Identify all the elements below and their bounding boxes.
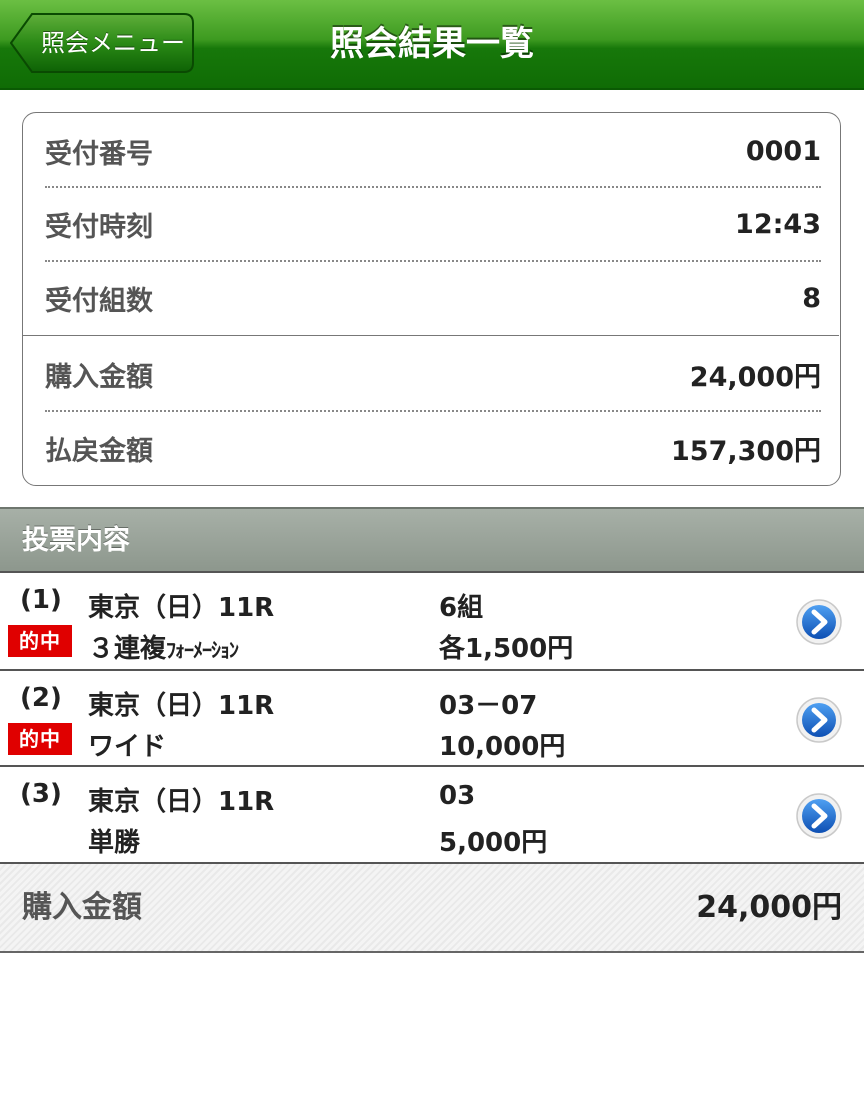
bet-type: 単勝	[88, 828, 141, 858]
bet-venue: 東京（日）11R	[88, 691, 275, 721]
payout-amount-row: 払戻金額 157,300円	[45, 428, 821, 468]
summary-card: 受付番号 0001 受付時刻 12:43 受付組数 8 購入金額 24,000円…	[22, 112, 841, 486]
bet-amount: 5,000円	[439, 828, 548, 858]
divider	[45, 410, 821, 412]
bet-type: ワイド	[88, 732, 167, 762]
receipt-count-label: 受付組数	[45, 285, 153, 317]
hit-badge: 的中	[8, 723, 72, 755]
bet-amount: 各1,500円	[439, 634, 574, 664]
divider	[45, 260, 821, 262]
payout-amount-value: 157,300円	[671, 435, 821, 467]
purchase-amount-label: 購入金額	[45, 361, 153, 393]
receipt-number-value: 0001	[745, 135, 821, 167]
bet-row-3[interactable]: (3) 東京（日）11R 単勝 03 5,000円	[0, 767, 864, 864]
receipt-time-label: 受付時刻	[45, 211, 153, 243]
purchase-amount-row: 購入金額 24,000円	[45, 354, 821, 394]
bet-type-main: ３連複	[88, 634, 167, 664]
receipt-time-value: 12:43	[735, 208, 821, 240]
back-button[interactable]: 照会メニュー	[10, 13, 194, 73]
bet-venue: 東京（日）11R	[88, 787, 275, 817]
receipt-number-row: 受付番号 0001	[45, 131, 821, 171]
total-label: 購入金額	[22, 890, 142, 925]
hit-badge: 的中	[8, 625, 72, 657]
purchase-amount-value: 24,000円	[689, 361, 821, 393]
bet-venue: 東京（日）11R	[88, 593, 275, 623]
receipt-count-value: 8	[802, 282, 821, 314]
bet-type: ３連複ﾌｫｰﾒｰｼｮﾝ	[88, 628, 239, 665]
chevron-right-circle-icon[interactable]	[795, 792, 843, 840]
bet-number: (1)	[20, 585, 62, 615]
chevron-right-circle-icon[interactable]	[795, 598, 843, 646]
chevron-right-circle-icon[interactable]	[795, 696, 843, 744]
receipt-count-row: 受付組数 8	[45, 278, 821, 318]
back-button-label: 照会メニュー	[41, 29, 185, 57]
divider	[45, 186, 821, 188]
total-bar: 購入金額 24,000円	[0, 864, 864, 953]
bet-combination: 03	[439, 781, 476, 811]
payout-amount-label: 払戻金額	[45, 435, 153, 467]
bet-number: (2)	[20, 683, 62, 713]
receipt-time-row: 受付時刻 12:43	[45, 204, 821, 244]
bet-number: (3)	[20, 779, 62, 809]
bet-row-2[interactable]: (2) 的中 東京（日）11R ワイド 03－07 10,000円	[0, 671, 864, 767]
receipt-number-label: 受付番号	[45, 138, 153, 170]
bet-combination: 03－07	[439, 691, 538, 721]
header-bar: 照会メニュー 照会結果一覧	[0, 0, 864, 90]
section-header: 投票内容	[0, 507, 864, 573]
total-value: 24,000円	[696, 890, 842, 925]
bet-row-1[interactable]: (1) 的中 東京（日）11R ３連複ﾌｫｰﾒｰｼｮﾝ 6組 各1,500円	[0, 573, 864, 671]
page-title-text: 照会結果一覧	[330, 24, 534, 64]
divider	[23, 335, 839, 336]
bet-amount: 10,000円	[439, 732, 566, 762]
bet-type-sub: ﾌｫｰﾒｰｼｮﾝ	[166, 638, 239, 662]
bet-combination: 6組	[439, 593, 484, 623]
section-title: 投票内容	[22, 525, 130, 556]
